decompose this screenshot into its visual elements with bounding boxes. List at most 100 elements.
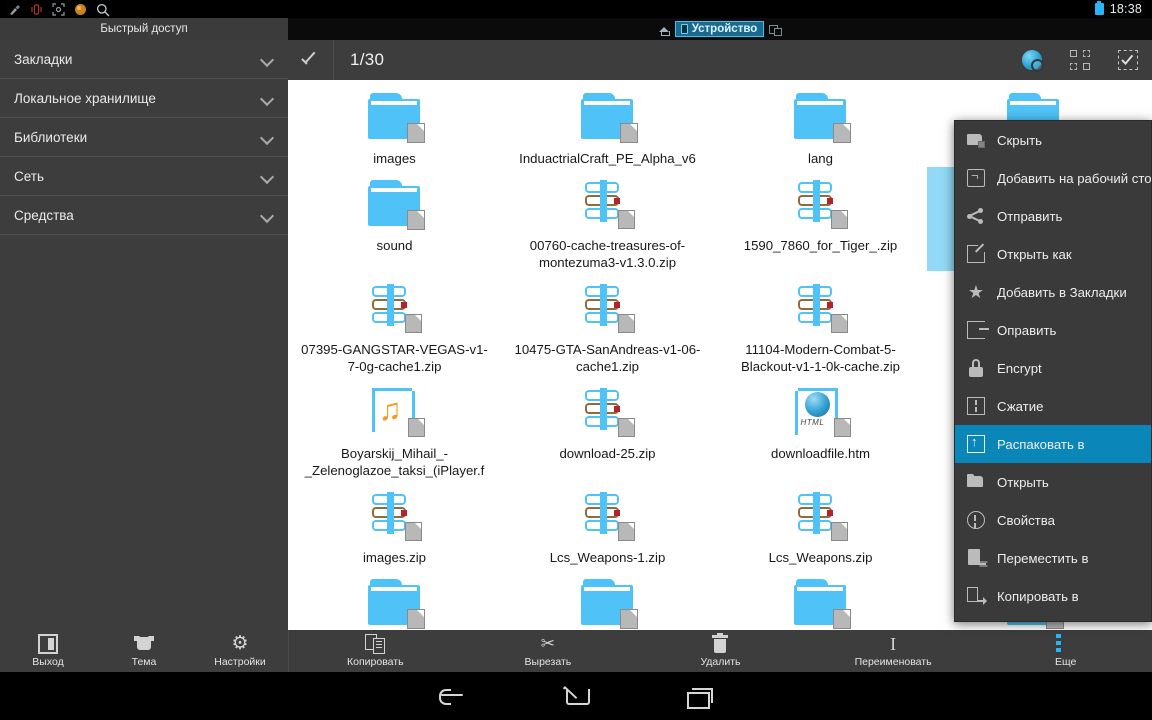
sidebar-item-label: Средства (14, 207, 74, 223)
battery-charging-icon (1094, 1, 1104, 15)
file-item[interactable]: images.zip (288, 479, 501, 566)
button-label: Настройки (214, 656, 266, 668)
context-menu[interactable]: Скрыть Добавить на рабочий стол Отправит… (954, 120, 1152, 622)
sidebar-item-network[interactable]: Сеть (0, 157, 288, 196)
bottom-toolbar-right: Копировать ✂ Вырезать Удалить I Переимен… (288, 630, 1152, 672)
sidebar-item-tools[interactable]: Средства (0, 196, 288, 235)
network-icon[interactable] (769, 24, 783, 36)
button-label: Копировать (347, 656, 404, 668)
search-globe-button[interactable] (1008, 40, 1056, 80)
menu-item-encrypt[interactable]: Encrypt (955, 349, 1151, 387)
file-name: Lcs_Weapons.zip (768, 550, 873, 565)
menu-item-add-bookmark[interactable]: ★ Добавить в Закладки (955, 273, 1151, 311)
cut-button[interactable]: ✂ Вырезать (462, 630, 635, 672)
home-icon[interactable] (559, 683, 593, 709)
sidebar-item-local-storage[interactable]: Локальное хранилище (0, 79, 288, 118)
file-item[interactable]: 10475-GTA-SanAndreas-v1-06-cache1.zip (501, 271, 714, 375)
view-mode-button[interactable] (1056, 40, 1104, 80)
select-all-button[interactable] (1104, 40, 1152, 80)
exit-button[interactable]: Выход (0, 630, 96, 672)
file-item[interactable]: InduactrialCraft_PE_Alpha_v6 (501, 80, 714, 167)
menu-item-hide[interactable]: Скрыть (955, 121, 1151, 159)
quick-access-label: Быстрый доступ (100, 23, 188, 35)
app-icon (74, 3, 87, 16)
menu-item-label: Отправить (997, 208, 1063, 224)
file-item[interactable]: 1590_7860_for_Tiger_.zip (714, 167, 927, 271)
extract-to-icon (967, 434, 985, 453)
file-item[interactable]: download-25.zip (501, 375, 714, 479)
menu-item-send[interactable]: Отправить (955, 197, 1151, 235)
copy-button[interactable]: Копировать (289, 630, 462, 672)
compress-icon (967, 397, 985, 415)
menu-item-extract-to[interactable]: Распаковать в (955, 425, 1151, 463)
more-button[interactable]: Еще (979, 630, 1152, 672)
music-file-icon: ♫ (368, 388, 425, 437)
menu-item-label: Скрыть (997, 132, 1043, 148)
file-icon-wrap (791, 173, 851, 235)
file-icon-wrap (365, 572, 425, 630)
menu-item-add-to-desktop[interactable]: Добавить на рабочий стол (955, 159, 1151, 197)
archive-icon (581, 492, 635, 541)
menu-item-label: Переместить в (997, 550, 1089, 566)
file-icon-wrap (578, 572, 638, 630)
recents-icon[interactable] (683, 683, 717, 709)
file-item[interactable] (501, 566, 714, 630)
file-item[interactable]: Lcs_Weapons.zip (714, 479, 927, 566)
menu-item-label: Распаковать в (997, 436, 1085, 452)
toggle-selection-button[interactable] (288, 40, 334, 80)
file-item[interactable]: 00760-cache-treasures-of-montezuma3-v1.3… (501, 167, 714, 271)
sidebar-item-libraries[interactable]: Библиотеки (0, 118, 288, 157)
file-item[interactable]: lang (714, 80, 927, 167)
file-name: download-25.zip (559, 446, 656, 461)
file-item[interactable] (288, 566, 501, 630)
archive-icon (794, 180, 848, 229)
file-icon-wrap (365, 173, 425, 235)
menu-item-properties[interactable]: Свойства (955, 501, 1151, 539)
checkmark-icon (302, 54, 320, 66)
menu-item-compress[interactable]: Сжатие (955, 387, 1151, 425)
menu-item-move-to[interactable]: Переместить в (955, 539, 1151, 577)
menu-item-open[interactable]: Открыть (955, 463, 1151, 501)
sidebar: Закладки Локальное хранилище Библиотеки … (0, 40, 288, 630)
file-icon-wrap (578, 277, 638, 339)
file-name: Boyarskij_Mihail_-_Zelenoglazoe_taksi_(i… (304, 446, 485, 478)
menu-item-open-as[interactable]: Открыть как (955, 235, 1151, 273)
file-item[interactable] (714, 566, 927, 630)
back-icon[interactable] (435, 683, 469, 709)
content-toolbar: 1/30 (288, 40, 1152, 80)
archive-icon (581, 388, 635, 437)
android-nav-bar (0, 672, 1152, 720)
sidebar-item-bookmarks[interactable]: Закладки (0, 40, 288, 79)
home-icon[interactable] (658, 24, 670, 36)
menu-item-send-out[interactable]: Оправить (955, 311, 1151, 349)
chevron-down-icon (260, 52, 274, 66)
file-item[interactable]: images (288, 80, 501, 167)
folder-icon (580, 93, 638, 143)
settings-button[interactable]: ⚙ Настройки (192, 630, 288, 672)
file-name: downloadfile.htm (771, 446, 870, 461)
star-icon: ★ (967, 282, 985, 302)
status-bar-icons (0, 2, 110, 16)
file-name: images (373, 151, 416, 166)
file-item[interactable]: 07395-GANGSTAR-VEGAS-v1-7-0g-cache1.zip (288, 271, 501, 375)
file-item[interactable]: 11104-Modern-Combat-5-Blackout-v1-1-0k-c… (714, 271, 927, 375)
exit-icon (38, 634, 58, 654)
delete-button[interactable]: Удалить (634, 630, 807, 672)
theme-button[interactable]: Тема (96, 630, 192, 672)
status-bar-right: 18:38 (1094, 1, 1152, 16)
lock-icon (967, 359, 985, 377)
quick-access-tab[interactable]: Быстрый доступ (0, 18, 288, 40)
file-icon-wrap (791, 277, 851, 339)
file-item[interactable]: sound (288, 167, 501, 271)
device-icon (680, 23, 688, 34)
chevron-down-icon (260, 91, 274, 105)
rename-button[interactable]: I Переименовать (807, 630, 980, 672)
button-label: Переименовать (854, 656, 932, 668)
menu-item-copy-to[interactable]: Копировать в (955, 577, 1151, 615)
button-label: Еще (1054, 656, 1077, 668)
file-item[interactable]: HTML downloadfile.htm (714, 375, 927, 479)
file-item[interactable]: Lcs_Weapons-1.zip (501, 479, 714, 566)
chevron-down-icon (260, 130, 274, 144)
breadcrumb-item-device[interactable]: Устройство (674, 21, 765, 37)
file-item[interactable]: ♫ Boyarskij_Mihail_-_Zelenoglazoe_taksi_(… (288, 375, 501, 479)
